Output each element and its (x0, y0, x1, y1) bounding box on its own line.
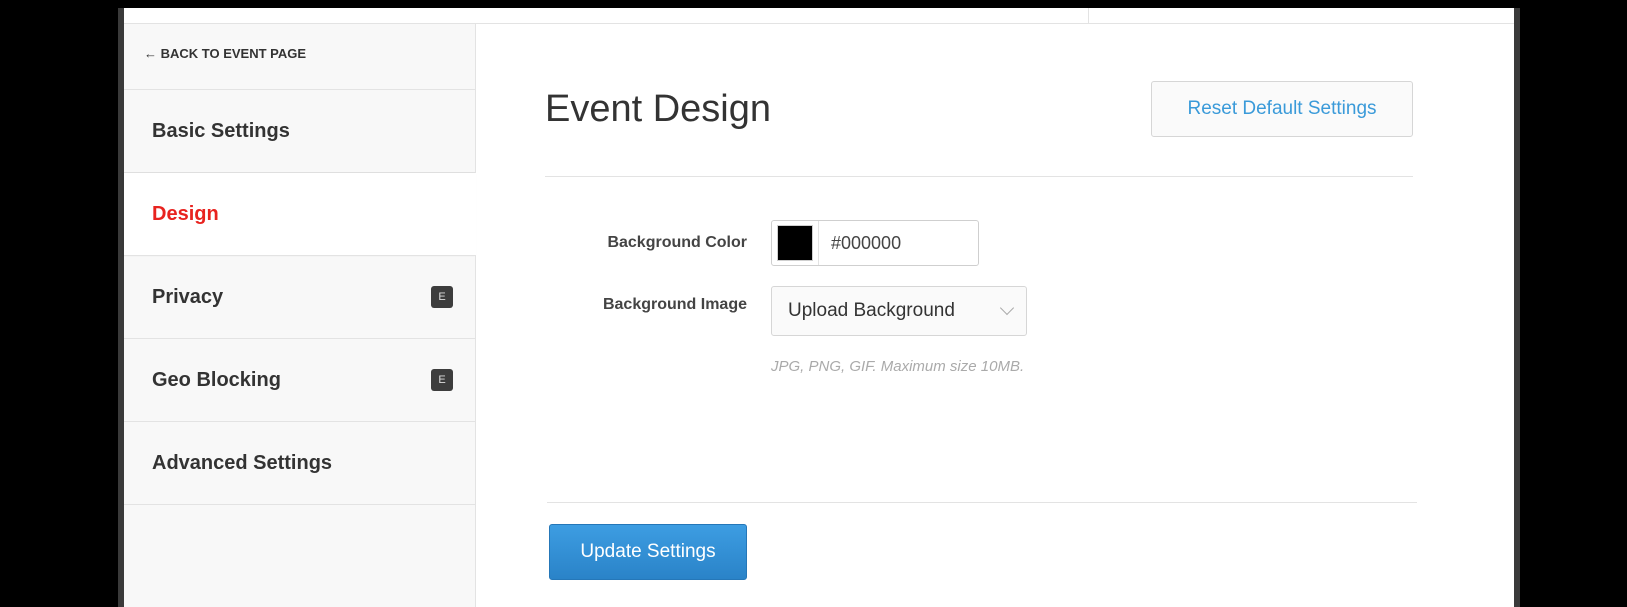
sidebar-item-advanced-settings[interactable]: Advanced Settings (124, 422, 475, 505)
reset-default-settings-button[interactable]: Reset Default Settings (1151, 81, 1413, 137)
top-bar-divider (1088, 8, 1089, 24)
app-window: ← BACK TO EVENT PAGE Basic Settings Desi… (118, 8, 1520, 607)
top-bar (124, 8, 1514, 24)
file-format-hint: JPG, PNG, GIF. Maximum size 10MB. (771, 358, 1025, 375)
update-settings-button[interactable]: Update Settings (549, 524, 747, 580)
sidebar-item-geo-blocking[interactable]: Geo Blocking E (124, 339, 475, 422)
back-to-event-link[interactable]: ← BACK TO EVENT PAGE (124, 24, 475, 90)
sidebar-item-privacy[interactable]: Privacy E (124, 256, 475, 339)
background-color-input[interactable] (831, 232, 971, 254)
page-title: Event Design (545, 88, 772, 130)
enterprise-badge: E (431, 369, 453, 391)
sidebar-item-design[interactable]: Design (124, 173, 476, 256)
background-color-field (771, 220, 979, 266)
sidebar-item-label: Privacy (152, 285, 224, 308)
color-field-divider (818, 221, 819, 265)
chevron-down-icon (999, 300, 1015, 316)
color-swatch[interactable] (777, 225, 813, 261)
design-panel: Event Design Reset Default Settings Back… (477, 24, 1514, 607)
sidebar-item-label: Advanced Settings (152, 451, 333, 474)
enterprise-badge: E (431, 286, 453, 308)
sidebar-item-label: Geo Blocking (152, 368, 281, 391)
settings-sidebar: ← BACK TO EVENT PAGE Basic Settings Desi… (124, 24, 476, 607)
upload-background-select[interactable]: Upload Background (771, 286, 1027, 336)
footer-divider (547, 502, 1417, 503)
sidebar-item-label: Design (152, 202, 219, 225)
sidebar-item-basic-settings[interactable]: Basic Settings (124, 90, 475, 173)
sidebar-item-label: Basic Settings (152, 119, 290, 142)
upload-background-value: Upload Background (788, 300, 955, 321)
background-color-label: Background Color (607, 234, 747, 251)
background-image-label: Background Image (602, 296, 747, 313)
header-divider (545, 176, 1413, 177)
color-swatch-fill (778, 226, 812, 260)
